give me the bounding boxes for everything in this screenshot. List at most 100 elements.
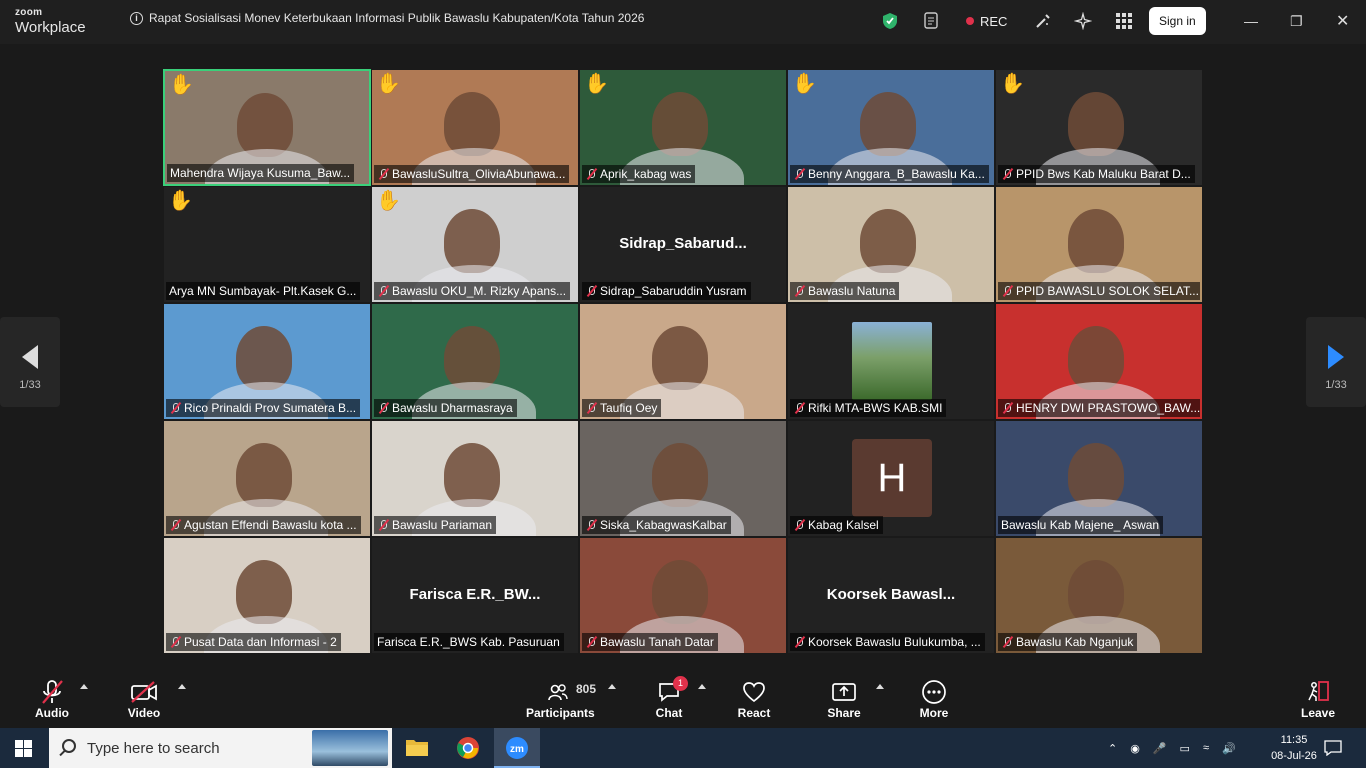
participant-tile[interactable]: Taufiq Oey (579, 303, 787, 420)
participant-tile[interactable]: ✋ PPID Bws Kab Maluku Barat D... (995, 69, 1203, 186)
participant-tile[interactable]: Bawaslu Kab Majene_ Aswan (995, 420, 1203, 537)
participant-name-bar: Siska_KabagwasKalbar (582, 516, 731, 534)
participant-tile[interactable]: ✋ Benny Anggara_B_Bawaslu Ka... (787, 69, 995, 186)
participant-video-person (236, 443, 292, 507)
audio-button[interactable]: Audio (30, 678, 74, 720)
apps-grid-icon[interactable] (1116, 6, 1132, 36)
meeting-notes-icon[interactable] (924, 6, 940, 36)
speaker-icon[interactable]: 🔊 (1222, 742, 1236, 755)
participant-tile[interactable]: ✋ Bawaslu OKU_M. Rizky Apans... (371, 186, 579, 303)
participant-name: HENRY DWI PRASTOWO_BAW... (1016, 401, 1200, 415)
participant-tile[interactable]: H Kabag Kalsel (787, 420, 995, 537)
participant-tile[interactable]: Bawaslu Pariaman (371, 420, 579, 537)
share-label: Share (827, 706, 861, 720)
info-icon[interactable]: i (130, 11, 143, 25)
zoom-logo: zoom Workplace (15, 8, 86, 36)
participant-name-bar: Rifki MTA-BWS KAB.SMI (790, 399, 947, 417)
react-label: React (737, 706, 771, 720)
participant-tile[interactable]: Rifki MTA-BWS KAB.SMI (787, 303, 995, 420)
participant-tile[interactable]: Farisca E.R._BW... Farisca E.R._BWS Kab. … (371, 537, 579, 654)
restore-icon[interactable]: ❐ (1290, 6, 1303, 36)
meet-now-icon[interactable]: ◉ (1130, 742, 1140, 755)
title-bar: zoom Workplace i Rapat Sosialisasi Monev… (0, 0, 1366, 44)
participant-tile[interactable]: Bawaslu Dharmasraya (371, 303, 579, 420)
participant-name-bar: PPID BAWASLU SOLOK SELAT... (998, 282, 1200, 300)
wifi-icon[interactable]: ≈ (1203, 742, 1209, 754)
sign-in-button[interactable]: Sign in (1149, 7, 1206, 35)
more-label: More (919, 706, 949, 720)
participant-tile[interactable]: ✋ BawasluSultra_OliviaAbunawa... (371, 69, 579, 186)
participant-name-bar: Mahendra Wijaya Kusuma_Baw... (167, 164, 355, 182)
notifications-icon[interactable] (1324, 740, 1342, 761)
zoom-taskbar-button[interactable]: zm (494, 728, 540, 768)
participant-tile[interactable]: Agustan Effendi Bawaslu kota ... (163, 420, 371, 537)
participant-tile[interactable]: Siska_KabagwasKalbar (579, 420, 787, 537)
recording-indicator[interactable]: REC (966, 6, 1007, 36)
participant-tile[interactable]: ✋ Aprik_kabag was (579, 69, 787, 186)
video-label: Video (127, 706, 161, 720)
participant-name: Arya MN Sumbayak- Plt.Kasek G... (169, 284, 357, 298)
participant-video-person (1068, 560, 1124, 624)
security-shield-icon[interactable] (882, 6, 898, 36)
share-caret-icon[interactable] (876, 684, 884, 689)
page-indicator-left: 1/33 (19, 379, 41, 391)
participant-tile[interactable]: Pusat Data dan Informasi - 2 (163, 537, 371, 654)
participant-video-person (652, 326, 708, 390)
raised-hand-icon: ✋ (168, 190, 193, 212)
react-button[interactable]: React (734, 678, 774, 720)
chevron-up-icon[interactable]: ⌃ (1108, 742, 1117, 755)
battery-icon[interactable]: ▭ (1180, 742, 1190, 755)
prev-page-button[interactable]: 1/33 (0, 317, 60, 407)
next-page-button[interactable]: 1/33 (1306, 317, 1366, 407)
file-explorer-icon[interactable] (405, 736, 429, 763)
participant-video-person (444, 443, 500, 507)
more-icon (914, 678, 954, 706)
more-button[interactable]: More (914, 678, 954, 720)
search-highlight-image (312, 730, 388, 766)
chrome-icon[interactable] (456, 736, 480, 765)
close-icon[interactable]: ✕ (1336, 6, 1349, 36)
page-indicator-right: 1/33 (1325, 379, 1347, 391)
ai-companion-icon[interactable] (1074, 6, 1092, 36)
taskbar-clock[interactable]: 11:35 08-Jul-26 (1268, 732, 1320, 764)
participant-video-person (1068, 92, 1124, 156)
participant-video-person (652, 443, 708, 507)
participant-tile[interactable]: PPID BAWASLU SOLOK SELAT... (995, 186, 1203, 303)
mic-muted-icon (1001, 636, 1013, 648)
chat-unread-badge: 1 (673, 676, 688, 691)
annotate-icon[interactable] (1034, 6, 1052, 36)
leave-button[interactable]: Leave (1298, 678, 1338, 720)
participants-caret-icon[interactable] (608, 684, 616, 689)
video-button[interactable]: Video (122, 678, 166, 720)
participant-tile[interactable]: Bawaslu Tanah Datar (579, 537, 787, 654)
mic-muted-icon (793, 285, 805, 297)
participant-name-bar: Bawaslu Kab Nganjuk (998, 633, 1138, 651)
participant-tile[interactable]: Koorsek Bawasl... Koorsek Bawaslu Bulukum… (787, 537, 995, 654)
participant-video-person (652, 560, 708, 624)
participant-name-bar: Taufiq Oey (582, 399, 662, 417)
participant-tile[interactable]: Bawaslu Natuna (787, 186, 995, 303)
participant-name-bar: Bawaslu Natuna (790, 282, 900, 300)
participant-display-name: Farisca E.R._BW... (409, 586, 541, 603)
participants-label: Participants (526, 706, 595, 720)
chat-caret-icon[interactable] (698, 684, 706, 689)
mic-muted-icon (1001, 285, 1013, 297)
participant-name-bar: Bawaslu Dharmasraya (374, 399, 517, 417)
participant-name: Bawaslu Kab Majene_ Aswan (1001, 518, 1160, 532)
participant-tile[interactable]: HENRY DWI PRASTOWO_BAW... (995, 303, 1203, 420)
participant-tile[interactable]: ✋ Mahendra Wijaya Kusuma_Baw... (163, 69, 371, 186)
meeting-title-area[interactable]: i Rapat Sosialisasi Monev Keterbukaan In… (130, 11, 644, 25)
minimize-icon[interactable]: — (1244, 6, 1258, 36)
windows-start-icon[interactable] (15, 740, 32, 762)
participant-tile[interactable]: ✋ Arya MN Sumbayak- Plt.Kasek G... (163, 186, 371, 303)
share-button[interactable]: Share (824, 678, 864, 720)
microphone-icon[interactable]: 🎤 (1153, 742, 1167, 755)
taskbar-search-box[interactable]: Type here to search (49, 728, 392, 768)
participant-tile[interactable]: Sidrap_Sabarud... Sidrap_Sabaruddin Yusra… (579, 186, 787, 303)
participant-tile[interactable]: Rico Prinaldi Prov Sumatera B... (163, 303, 371, 420)
video-options-caret-icon[interactable] (178, 684, 186, 689)
audio-options-caret-icon[interactable] (80, 684, 88, 689)
participant-video-person (860, 92, 916, 156)
participant-tile[interactable]: Bawaslu Kab Nganjuk (995, 537, 1203, 654)
video-stage: 1/33 1/33 ✋ Mahendra Wijaya Kusuma_Baw...… (0, 44, 1366, 668)
